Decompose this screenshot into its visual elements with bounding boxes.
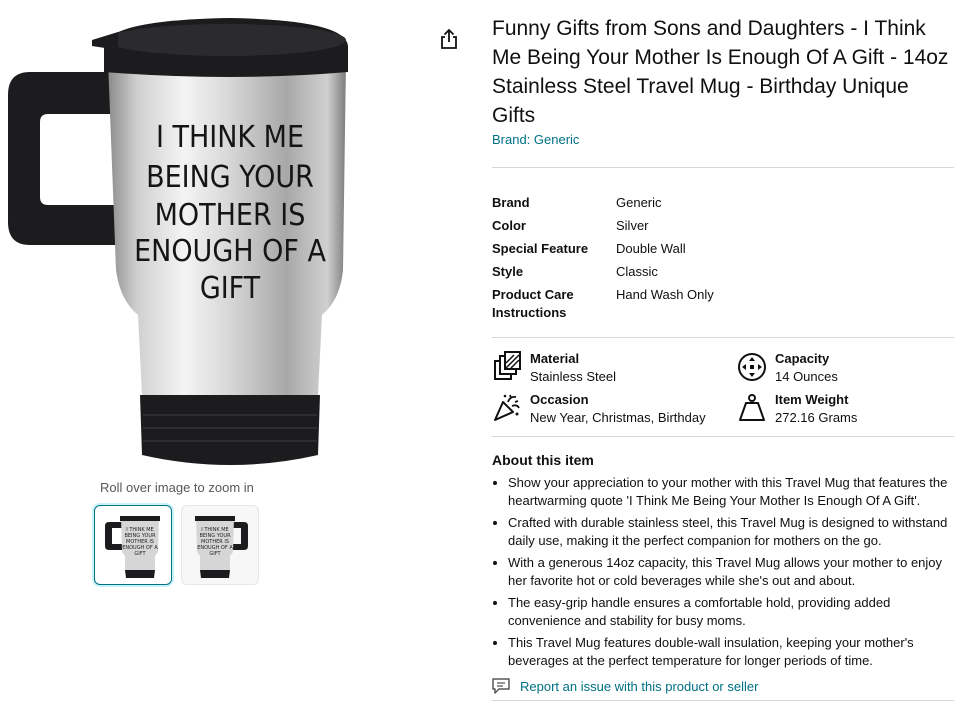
spec-value: Hand Wash Only [616, 287, 714, 302]
capacity-icon [738, 353, 766, 381]
mug-print-line: ENOUGH OF A [134, 234, 326, 269]
about-bullets: Show your appreciation to your mother wi… [492, 474, 954, 670]
spec-key: Style [492, 264, 524, 279]
party-popper-icon [494, 394, 520, 421]
spec-row: Brand Generic [492, 194, 714, 217]
divider [492, 436, 954, 437]
report-issue-label: Report an issue with this product or sel… [520, 678, 759, 694]
svg-text:GIFT: GIFT [209, 551, 221, 557]
material-icon [494, 351, 521, 380]
divider [492, 167, 954, 168]
about-bullet: The easy-grip handle ensures a comfortab… [508, 594, 954, 630]
product-specs-table: Brand Generic Color Silver Special Featu… [492, 194, 714, 327]
report-issue-link[interactable]: Report an issue with this product or sel… [492, 678, 954, 694]
thumbnail-back[interactable]: I THINK ME BEING YOUR MOTHER IS ENOUGH OF … [181, 505, 259, 585]
product-title: Funny Gifts from Sons and Daughters - I … [492, 17, 949, 127]
feature-value: 272.16 Grams [775, 410, 858, 425]
spec-key: Brand [492, 195, 530, 210]
mug-print-line: GIFT [200, 271, 261, 306]
feedback-icon [492, 678, 510, 694]
mug-print-line: BEING YOUR [146, 160, 314, 195]
feature-label: Capacity [775, 351, 830, 366]
spec-value: Classic [616, 264, 658, 279]
share-button[interactable] [438, 28, 460, 50]
feature-label: Material [530, 351, 580, 366]
feature-label: Occasion [530, 392, 589, 407]
spec-key: Color [492, 218, 526, 233]
mug-thumbnail-image: I THINK MEBEING YOUR MOTHER ISENOUGH OF … [195, 516, 248, 578]
spec-row: Color Silver [492, 217, 714, 240]
product-main-image[interactable]: I THINK ME BEING YOUR MOTHER IS ENOUGH O… [0, 10, 360, 480]
spec-row: Product Care Instructions Hand Wash Only [492, 286, 714, 327]
image-gallery: I THINK ME BEING YOUR MOTHER IS ENOUGH O… [0, 0, 470, 718]
about-bullet: With a generous 14oz capacity, this Trav… [508, 554, 954, 590]
mug-print-line: MOTHER IS [155, 198, 306, 233]
mug-print-line: I THINK ME [156, 120, 304, 155]
divider [492, 337, 954, 338]
divider [492, 700, 954, 701]
spec-value: Silver [616, 218, 649, 233]
svg-text:GIFT: GIFT [134, 551, 146, 557]
feature-value: Stainless Steel [530, 369, 616, 384]
feature-value: New Year, Christmas, Birthday [530, 410, 706, 425]
feature-label: Item Weight [775, 392, 849, 407]
about-heading: About this item [492, 452, 594, 468]
spec-value: Double Wall [616, 241, 686, 256]
spec-value: Generic [616, 195, 662, 210]
about-bullet: This Travel Mug features double-wall ins… [508, 634, 954, 670]
feature-highlights: Material Stainless Steel Capacity 14 Oun… [492, 350, 954, 427]
spec-key: Special Feature [492, 241, 589, 256]
feature-item-weight: Item Weight 272.16 Grams [737, 391, 954, 427]
feature-occasion: Occasion New Year, Christmas, Birthday [492, 391, 737, 427]
share-icon [441, 28, 457, 49]
spec-row: Special Feature Double Wall [492, 240, 714, 263]
feature-material: Material Stainless Steel [492, 350, 737, 386]
spec-row: Style Classic [492, 263, 714, 286]
mug-thumbnail-image: I THINK MEBEING YOUR MOTHER ISENOUGH OF … [105, 516, 160, 578]
product-details: Funny Gifts from Sons and Daughters - I … [492, 14, 954, 701]
thumbnail-front[interactable]: I THINK ME BEING YOUR MOTHER IS ENOUGH OF … [94, 505, 172, 585]
zoom-hint: Roll over image to zoom in [100, 480, 254, 495]
about-bullet: Crafted with durable stainless steel, th… [508, 514, 954, 550]
about-bullet: Show your appreciation to your mother wi… [508, 474, 954, 510]
feature-capacity: Capacity 14 Ounces [737, 350, 954, 386]
feature-value: 14 Ounces [775, 369, 838, 384]
brand-link[interactable]: Brand: Generic [492, 132, 579, 147]
weight-icon [739, 394, 765, 421]
spec-key: Product Care Instructions [492, 287, 574, 320]
